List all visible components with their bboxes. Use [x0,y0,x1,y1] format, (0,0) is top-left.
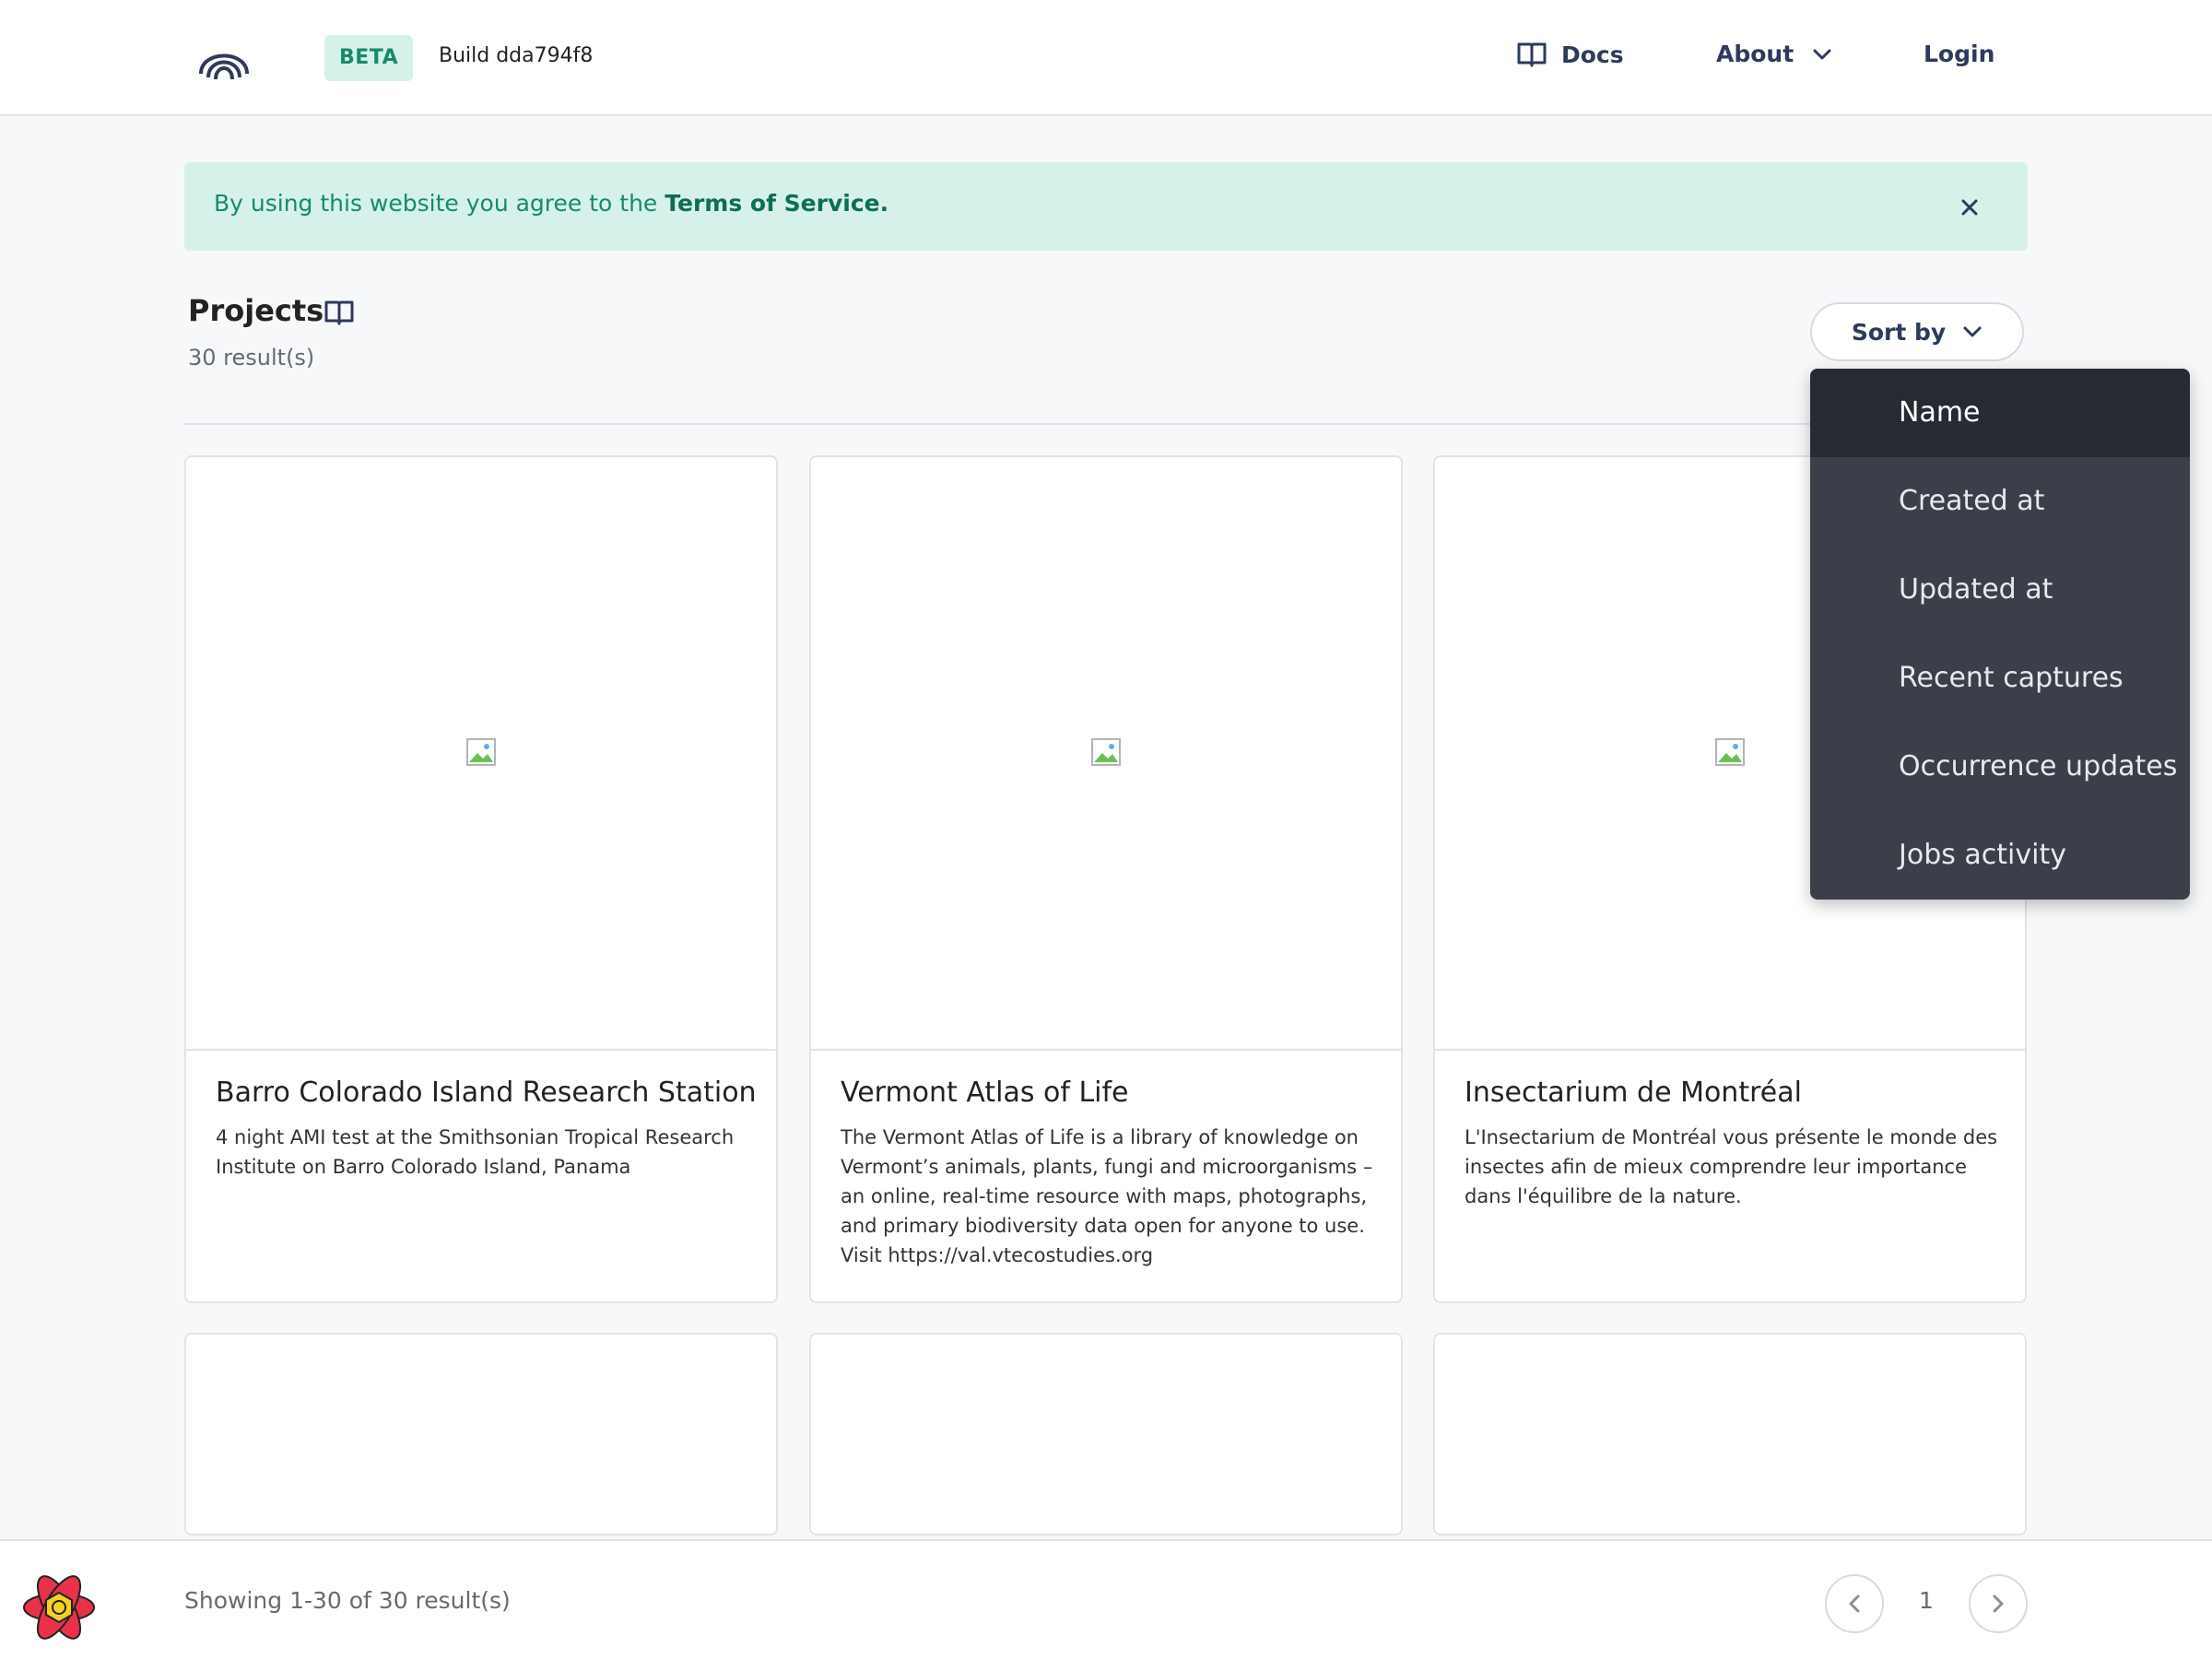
project-card-image [186,457,776,1051]
sort-option-created-at[interactable]: Created at [1810,457,2190,546]
sort-option-occurrence-updates[interactable]: Occurrence updates [1810,723,2190,811]
sort-option-jobs-activity[interactable]: Jobs activity [1810,811,2190,900]
next-page-button[interactable] [1969,1574,2028,1633]
sort-by-button[interactable]: Sort by [1810,302,2024,361]
nav-login-link[interactable]: Login [1924,41,1994,67]
open-book-icon[interactable] [324,299,354,326]
project-card-image [1435,1335,2025,1534]
chevron-right-icon [1993,1594,2004,1613]
project-card-barro-colorado[interactable]: Barro Colorado Island Research Station 4… [184,455,778,1303]
nav-docs-link[interactable]: Docs [1517,41,1624,68]
open-book-icon [1517,42,1547,67]
terms-of-service-link[interactable]: Terms of Service. [665,190,888,217]
close-icon[interactable] [1956,194,1983,221]
terms-banner-text: By using this website you agree to the T… [214,190,888,217]
sort-by-label: Sort by [1851,318,1947,346]
chevron-left-icon [1849,1594,1860,1613]
top-header: BETA Build dda794f8 Docs About Login [0,0,2212,116]
project-card-description: 4 night AMI test at the Smithsonian Trop… [216,1126,735,1178]
previous-page-button[interactable] [1825,1574,1884,1633]
nav-docs-label: Docs [1561,41,1624,68]
chevron-down-icon [1963,326,1982,337]
project-card[interactable] [184,1333,778,1535]
terms-banner: By using this website you agree to the T… [184,162,2028,251]
project-card-title: Vermont Atlas of Life [841,1077,1129,1109]
divider [184,423,2028,425]
page-title: Projects [188,293,324,328]
project-card-image [811,457,1401,1051]
build-version: Build dda794f8 [439,44,594,67]
sort-option-recent-captures[interactable]: Recent captures [1810,634,2190,723]
broken-image-icon [1715,738,1745,766]
project-card[interactable] [809,1333,1403,1535]
nav-about-menu[interactable]: About [1716,41,1832,67]
project-card-title: Insectarium de Montréal [1465,1077,1802,1109]
pagination-footer: Showing 1-30 of 30 result(s) 1 [0,1539,2212,1659]
nav-about-label: About [1716,41,1794,67]
project-card[interactable] [1433,1333,2027,1535]
pagination-summary: Showing 1-30 of 30 result(s) [184,1587,511,1614]
project-card-image [811,1335,1401,1534]
chevron-down-icon [1813,49,1831,59]
sort-option-name[interactable]: Name [1810,369,2190,457]
broken-image-icon [466,738,496,766]
project-card-description: The Vermont Atlas of Life is a library o… [841,1126,1373,1266]
project-card-image [186,1335,776,1534]
terms-banner-message: By using this website you agree to the [214,190,665,217]
sort-option-updated-at[interactable]: Updated at [1810,546,2190,634]
react-atom-icon[interactable] [20,1569,98,1646]
project-card-title: Barro Colorado Island Research Station [216,1077,757,1109]
sort-by-menu: Name Created at Updated at Recent captur… [1810,369,2190,900]
broken-image-icon [1091,738,1121,766]
project-card-vermont-atlas[interactable]: Vermont Atlas of Life The Vermont Atlas … [809,455,1403,1303]
result-count: 30 result(s) [188,345,315,371]
current-page-number[interactable]: 1 [1908,1587,1945,1614]
app-logo-icon[interactable] [197,37,251,81]
project-card-description: L'Insectarium de Montréal vous présente … [1465,1126,1998,1207]
nav-login-label: Login [1924,41,1995,67]
beta-badge: BETA [324,35,414,81]
